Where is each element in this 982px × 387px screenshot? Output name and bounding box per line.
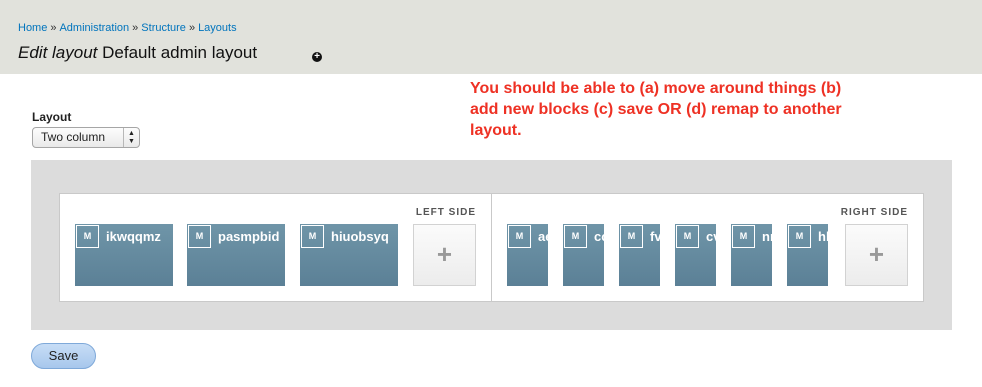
region-title: LEFT SIDE bbox=[415, 207, 476, 218]
add-block-button[interactable]: + bbox=[845, 224, 908, 286]
save-button[interactable]: Save bbox=[31, 343, 96, 369]
breadcrumb: Home» Administration» Structure» Layouts bbox=[18, 22, 237, 34]
layout-field-label: Layout bbox=[32, 110, 72, 124]
layout-select-value: Two column bbox=[41, 130, 106, 144]
layout-select[interactable]: Two column ▲ ▼ bbox=[32, 127, 140, 148]
block-label: hiuobsyq bbox=[331, 229, 389, 244]
breadcrumb-home-link[interactable]: Home bbox=[18, 22, 47, 34]
block-label: nn bbox=[762, 229, 772, 244]
page-header: Home» Administration» Structure» Layouts Ed… bbox=[0, 0, 982, 74]
block-item[interactable]: M hl bbox=[787, 224, 828, 286]
block-badge[interactable]: M bbox=[732, 225, 755, 248]
plus-circle-icon[interactable]: + bbox=[312, 52, 322, 62]
block-item[interactable]: M pasmpbid bbox=[187, 224, 285, 286]
select-arrows-icon: ▲ ▼ bbox=[123, 128, 139, 147]
block-label: fv bbox=[650, 229, 660, 244]
region-left-side: LEFT SIDE M ikwqqmz M pasmpbid M hiuobsy… bbox=[59, 193, 492, 302]
block-badge[interactable]: M bbox=[301, 225, 324, 248]
block-badge[interactable]: M bbox=[188, 225, 211, 248]
block-item[interactable]: M ae bbox=[507, 224, 548, 286]
page-title-text: Default admin layout bbox=[102, 43, 258, 62]
block-item[interactable]: M co bbox=[563, 224, 604, 286]
region-title: RIGHT SIDE bbox=[840, 207, 908, 218]
block-badge[interactable]: M bbox=[564, 225, 587, 248]
block-label: pasmpbid bbox=[218, 229, 280, 244]
block-label: cv bbox=[706, 229, 716, 244]
block-badge[interactable]: M bbox=[620, 225, 643, 248]
annotation-note: You should be able to (a) move around th… bbox=[470, 80, 842, 139]
region-right-side: RIGHT SIDE M ae M co M fv M cv M nn M hl… bbox=[491, 193, 924, 302]
block-badge[interactable]: M bbox=[508, 225, 531, 248]
page-title-emphasis: Edit layout bbox=[18, 43, 98, 62]
block-label: ae bbox=[538, 229, 548, 244]
page-title: Edit layout Default admin layout bbox=[18, 43, 257, 63]
breadcrumb-layouts-link[interactable]: Layouts bbox=[198, 22, 237, 34]
breadcrumb-separator: » bbox=[188, 22, 196, 34]
block-item[interactable]: M cv bbox=[675, 224, 716, 286]
block-item[interactable]: M ikwqqmz bbox=[75, 224, 173, 286]
breadcrumb-administration-link[interactable]: Administration bbox=[59, 22, 129, 34]
add-block-button[interactable]: + bbox=[413, 224, 476, 286]
block-item[interactable]: M fv bbox=[619, 224, 660, 286]
block-label: hl bbox=[818, 229, 828, 244]
breadcrumb-separator: » bbox=[132, 22, 139, 34]
block-badge[interactable]: M bbox=[676, 225, 699, 248]
block-item[interactable]: M hiuobsyq bbox=[300, 224, 398, 286]
breadcrumb-separator: » bbox=[50, 22, 57, 34]
block-item[interactable]: M nn bbox=[731, 224, 772, 286]
block-label: co bbox=[594, 229, 604, 244]
block-badge[interactable]: M bbox=[76, 225, 99, 248]
block-badge[interactable]: M bbox=[788, 225, 811, 248]
block-label: ikwqqmz bbox=[106, 229, 161, 244]
breadcrumb-structure-link[interactable]: Structure bbox=[141, 22, 186, 34]
